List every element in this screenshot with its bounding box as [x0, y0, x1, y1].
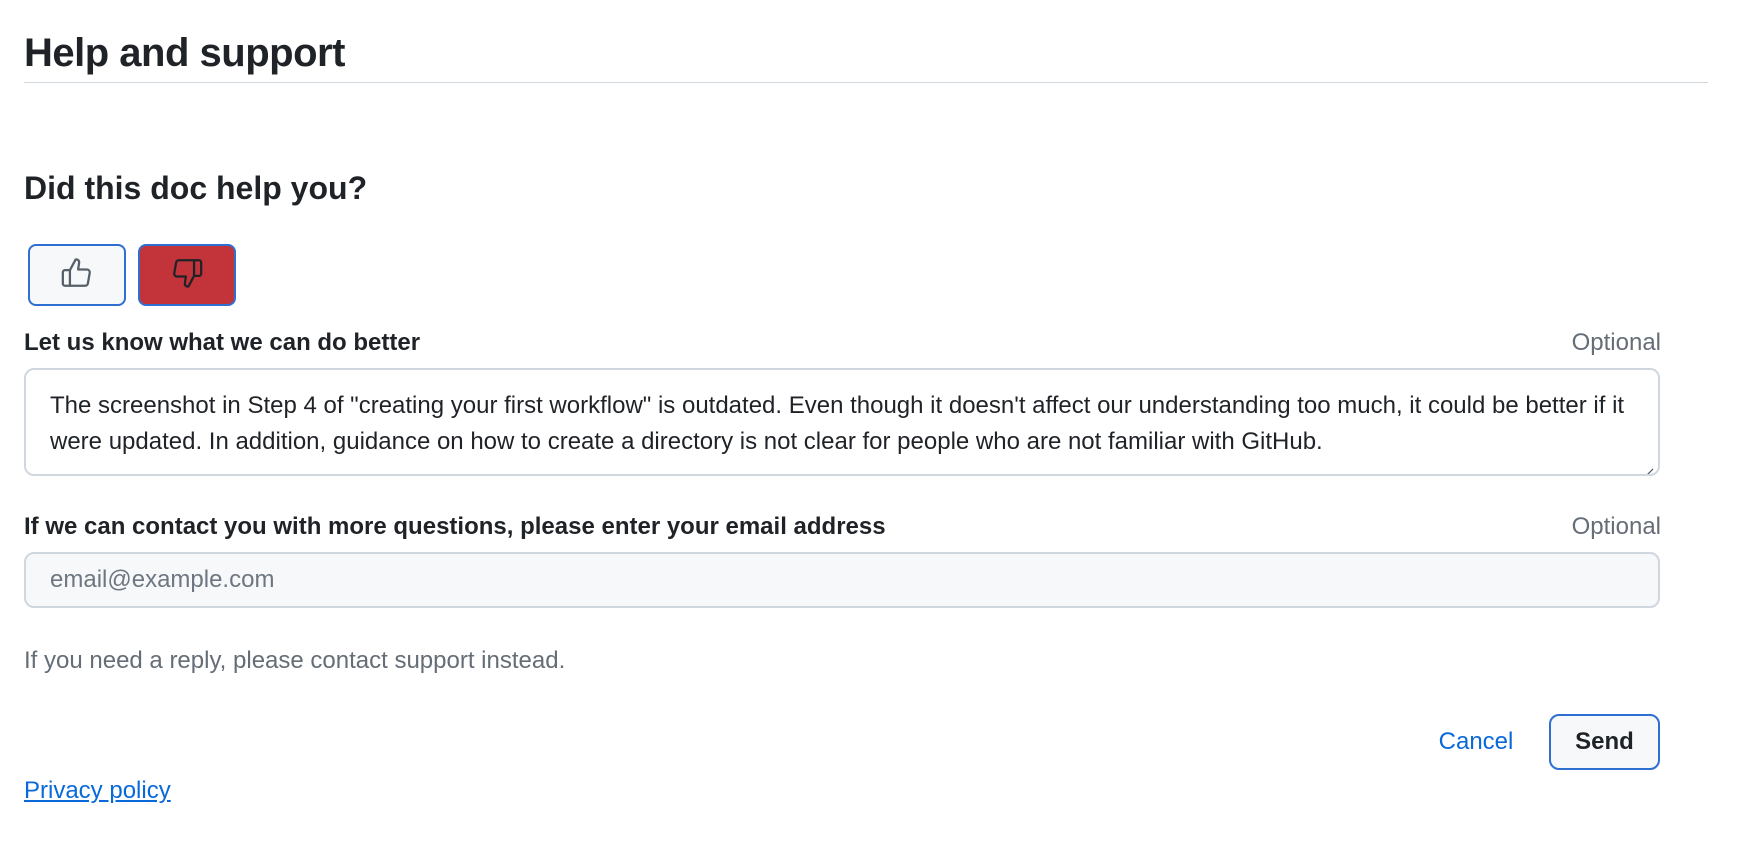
email-input[interactable]: email@example.com — [24, 552, 1660, 608]
resize-handle-icon[interactable] — [1640, 456, 1654, 474]
thumbs-up-button[interactable] — [28, 244, 126, 306]
thumbs-down-button[interactable] — [138, 244, 236, 306]
email-optional-label: Optional — [1571, 513, 1661, 540]
email-label: If we can contact you with more question… — [24, 513, 886, 540]
feedback-textarea-value: The screenshot in Step 4 of "creating yo… — [50, 392, 1625, 455]
privacy-policy-link[interactable]: Privacy policy — [24, 776, 171, 806]
thumbs-up-icon — [60, 256, 94, 295]
page-title: Help and support — [24, 31, 345, 75]
send-button[interactable]: Send — [1549, 714, 1660, 770]
comment-optional-label: Optional — [1571, 329, 1661, 356]
comment-label: Let us know what we can do better — [24, 329, 421, 356]
feedback-question: Did this doc help you? — [24, 170, 368, 206]
cancel-button[interactable]: Cancel — [1412, 714, 1540, 770]
title-divider — [24, 82, 1708, 83]
feedback-textarea[interactable]: The screenshot in Step 4 of "creating yo… — [24, 368, 1660, 476]
support-helper-text: If you need a reply, please contact supp… — [24, 647, 566, 674]
thumbs-down-icon — [170, 256, 204, 295]
email-placeholder: email@example.com — [50, 566, 275, 593]
